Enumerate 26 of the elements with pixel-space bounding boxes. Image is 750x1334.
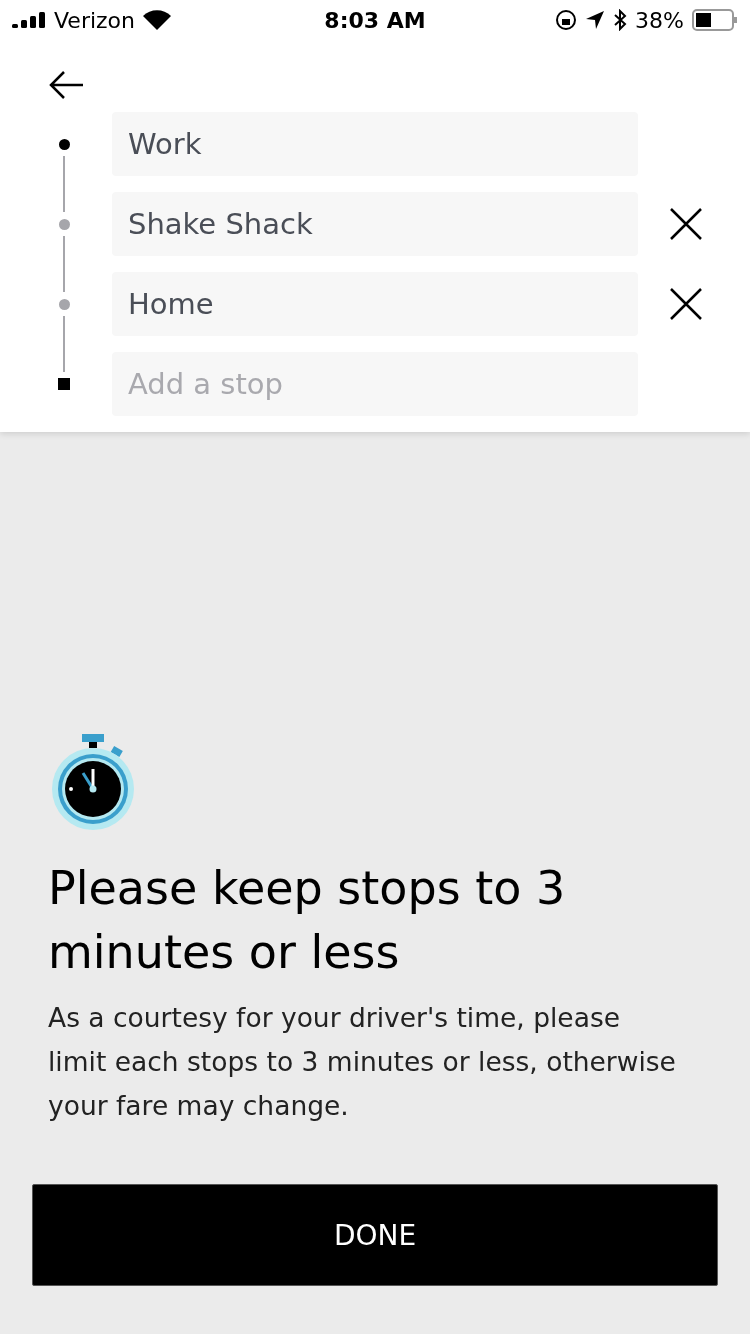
signal-icon [12, 12, 46, 28]
back-arrow-icon [48, 70, 84, 100]
remove-stop-button[interactable] [670, 208, 702, 240]
route-stop-dot [58, 218, 70, 230]
back-button[interactable] [48, 70, 84, 100]
remove-stop-button[interactable] [670, 288, 702, 320]
rotation-lock-icon [555, 9, 578, 31]
route-stop-dot [58, 298, 70, 310]
stop-field[interactable]: Work [112, 112, 638, 176]
stop-field[interactable]: Add a stop [112, 352, 638, 416]
route-start-dot [58, 138, 70, 150]
notice-title: Please keep stops to 3 minutes or less [48, 860, 567, 981]
bluetooth-icon [613, 9, 628, 31]
status-time: 8:03 AM [324, 7, 426, 33]
notice-text: As a courtesy for your driver's time, please limit each stops to 3 minutes or less, otherwise your fare may change. [48, 1001, 677, 1123]
location-icon [585, 10, 606, 30]
battery-icon [692, 9, 738, 31]
close-icon [670, 288, 702, 320]
stop-field[interactable]: Home [112, 272, 638, 336]
battery-percent: 38% [635, 7, 684, 33]
carrier-name: Verizon [54, 7, 135, 33]
route-end-square [58, 378, 70, 390]
close-icon [670, 208, 702, 240]
done-button[interactable]: DONE [32, 1184, 718, 1286]
wifi-icon [143, 10, 171, 30]
stop-field[interactable]: Shake Shack [112, 192, 638, 256]
